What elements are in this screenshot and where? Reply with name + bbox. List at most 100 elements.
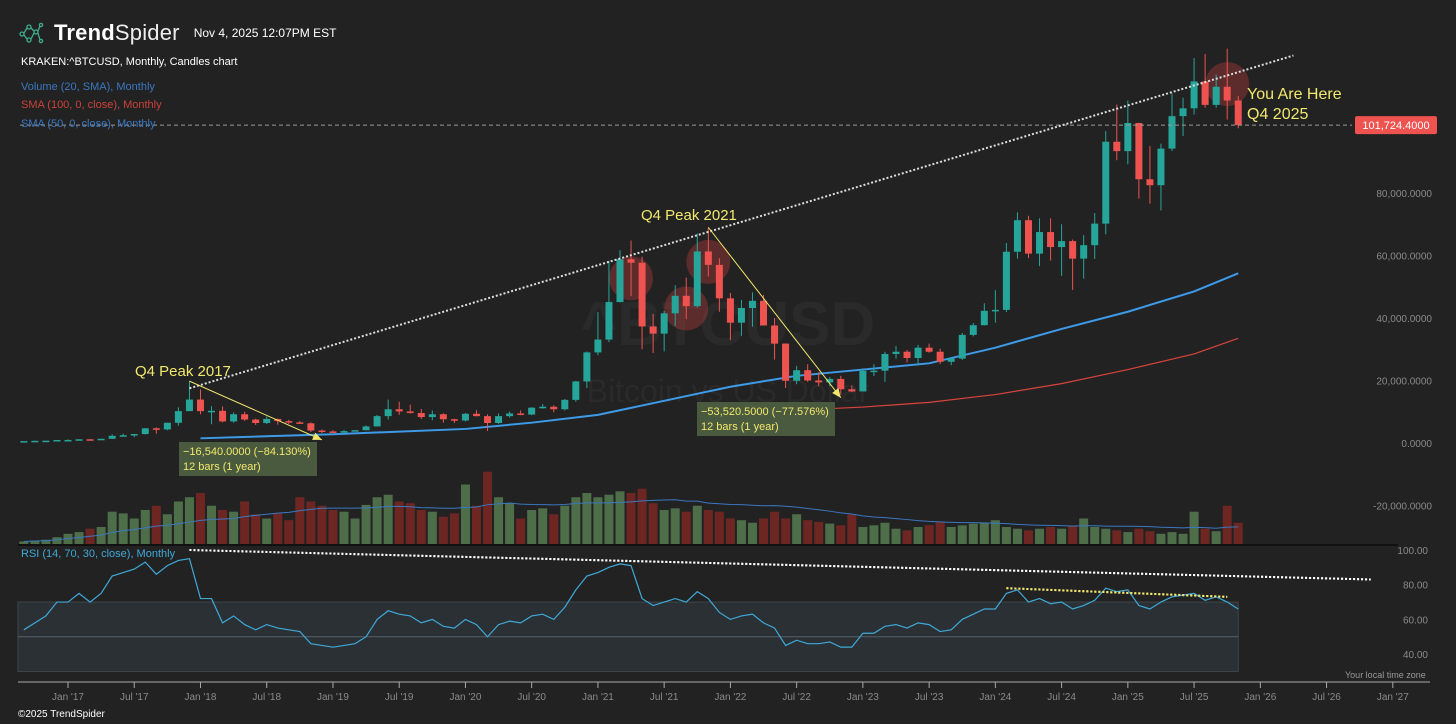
volume-bar — [1145, 531, 1155, 544]
candle-body — [627, 259, 635, 263]
candle — [439, 413, 447, 423]
volume-bar — [251, 514, 261, 544]
candle — [472, 410, 480, 417]
volume-bar — [615, 491, 625, 544]
volume-bar — [803, 520, 813, 544]
volume-bar — [1046, 527, 1056, 544]
candle-body — [870, 370, 878, 373]
candle — [1124, 100, 1132, 165]
volume-bar — [339, 511, 349, 544]
annotation-q4-2021: Q4 Peak 2021 — [641, 207, 737, 224]
volume-bar — [151, 505, 161, 544]
candle-body — [1113, 141, 1121, 152]
x-tick-label: Jan '27 — [1377, 692, 1409, 703]
candle — [296, 421, 304, 424]
volume-bar — [979, 522, 989, 544]
candle-body — [196, 399, 204, 412]
legend-rsi[interactable]: RSI (14, 70, 30, close), Monthly — [21, 548, 175, 560]
volume-bar — [19, 541, 29, 544]
candle-body — [760, 300, 768, 326]
volume-bar — [626, 493, 636, 544]
candle-body — [1212, 86, 1220, 105]
volume-bar — [460, 484, 470, 544]
brand-logo: TrendSpider — [54, 20, 180, 45]
candle — [219, 406, 227, 423]
candle-body — [417, 413, 425, 418]
candle-body — [693, 251, 701, 307]
candle-body — [1124, 123, 1132, 152]
legend-sma50[interactable]: SMA (50, 0, close), Monthly — [21, 118, 156, 130]
candle-body — [649, 326, 657, 334]
volume-bar — [229, 511, 239, 544]
x-tick-label: Jul '25 — [1180, 692, 1209, 703]
candle — [31, 440, 39, 443]
volume-bar — [350, 518, 360, 544]
candle — [561, 398, 569, 411]
volume-bar — [1167, 532, 1177, 544]
volume-bar — [184, 497, 194, 544]
candle-body — [318, 430, 326, 432]
x-tick-label: Jul '23 — [915, 692, 944, 703]
candle — [1168, 93, 1176, 152]
candle-body — [1201, 81, 1209, 105]
candle — [958, 333, 966, 360]
candle-body — [208, 410, 216, 413]
volume-bar — [516, 518, 526, 544]
candle-body — [605, 302, 613, 340]
volume-bar — [1023, 530, 1033, 544]
chart-canvas[interactable]: ^BTCUSDBitcoin vs US Dollar101,724.4000-… — [0, 0, 1456, 724]
candle-body — [241, 414, 249, 420]
volume-bar — [427, 511, 437, 544]
volume-bar — [1090, 527, 1100, 544]
candle-body — [252, 419, 260, 423]
volume-bar — [129, 518, 139, 544]
volume-bar — [162, 514, 172, 544]
candle-body — [285, 421, 293, 423]
volume-bar — [968, 523, 978, 544]
price-tick-label: 0.0000 — [1401, 439, 1432, 450]
volume-bar — [659, 510, 669, 544]
candle-body — [1102, 141, 1110, 224]
candle-body — [495, 416, 503, 423]
candle-body — [351, 430, 359, 432]
volume-bar — [637, 488, 647, 544]
volume-bar — [284, 520, 294, 544]
volume-bar — [118, 513, 128, 544]
volume-bar — [714, 511, 724, 544]
price-tick-label: 80,000.0000 — [1376, 189, 1432, 200]
candle — [20, 441, 28, 443]
header: TrendSpider Nov 4, 2025 12:07PM EST — [18, 20, 336, 46]
annotation-q4-2017: Q4 Peak 2017 — [135, 363, 231, 380]
x-tick-label: Jan '20 — [449, 692, 481, 703]
candle — [196, 389, 204, 415]
measure-bars-label: 12 bars (1 year) — [701, 421, 779, 433]
price-tick-label: 20,000.0000 — [1376, 377, 1432, 388]
volume-bar — [416, 510, 426, 544]
candle — [285, 419, 293, 424]
volume-bar — [328, 510, 338, 544]
candle-body — [837, 378, 845, 390]
candle — [550, 405, 558, 413]
candle-body — [163, 422, 171, 430]
candle — [1036, 218, 1044, 267]
volume-bar — [560, 505, 570, 544]
candle-body — [550, 406, 558, 410]
candle — [1179, 97, 1187, 137]
candle — [461, 413, 469, 422]
symbol-line: KRAKEN:^BTCUSD, Monthly, Candles chart — [21, 56, 238, 68]
candle-body — [219, 410, 227, 422]
volume-bar — [52, 537, 62, 544]
price-tick-label: -20,000.0000 — [1373, 502, 1432, 513]
candle-body — [450, 419, 458, 421]
legend-sma100[interactable]: SMA (100, 0, close), Monthly — [21, 99, 162, 111]
candle-body — [97, 438, 105, 441]
volume-bar — [372, 497, 382, 544]
volume-bar — [1233, 522, 1243, 544]
rsi-tick-label: 40.00 — [1403, 650, 1428, 661]
candle-body — [748, 300, 756, 308]
candle-body — [561, 399, 569, 410]
last-price-label: 101,724.4000 — [1362, 120, 1429, 132]
candle — [152, 427, 160, 434]
volume-bar — [107, 511, 117, 544]
legend-volume[interactable]: Volume (20, SMA), Monthly — [21, 81, 155, 93]
